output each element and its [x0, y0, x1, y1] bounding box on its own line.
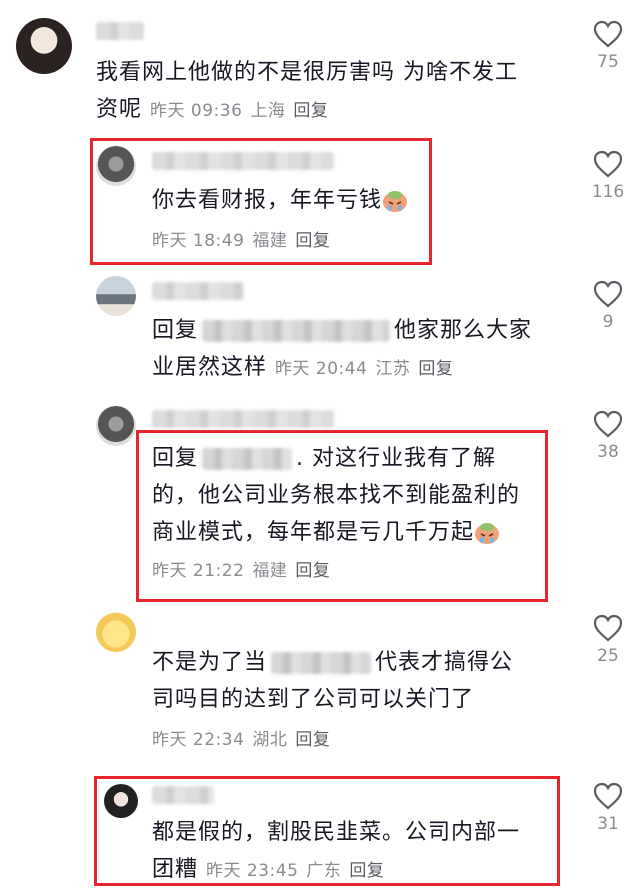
comment-text-body: . 对这行业我有了解 — [296, 446, 497, 471]
comment-text: 回复 . 对这行业我有了解 的，他公司业务根本找不到能盈利的 商业模式，每年都是亏… — [152, 440, 520, 591]
like-count: 9 — [602, 312, 614, 332]
reply-button[interactable]: 回复 — [295, 561, 330, 581]
comment-location: 广东 — [306, 861, 342, 881]
comment-text-body: 不是为了当 — [152, 650, 268, 675]
comment-text-line: 我看网上他做的不是很厉害吗 为啥不发工 — [96, 60, 518, 85]
comment-location: 湖北 — [252, 730, 288, 750]
comment-time: 昨天 23:45 — [206, 861, 299, 881]
like-button[interactable]: 9 — [578, 280, 632, 332]
username-blurred[interactable] — [96, 22, 144, 40]
avatar[interactable] — [96, 146, 136, 186]
reply-button[interactable]: 回复 — [295, 231, 330, 251]
comment-text-line: 回复 . 对这行业我有了解 — [152, 440, 520, 477]
reply-prefix: 回复 — [152, 318, 199, 343]
comment-meta: 昨天 22:34 湖北 回复 — [152, 718, 513, 762]
crying-face-emoji-icon — [475, 523, 500, 544]
heart-outline-icon — [593, 150, 623, 178]
redacted-text-blurred — [271, 652, 372, 674]
like-button[interactable]: 25 — [578, 614, 632, 666]
comment-text-tail: 业居然这样 — [152, 355, 268, 380]
comment-text: 不是为了当 代表才搞得公 司吗目的达到了公司可以关门了 昨天 22:34 湖北 回复 — [152, 644, 513, 762]
like-button[interactable]: 38 — [578, 410, 632, 462]
username-blurred[interactable] — [152, 410, 334, 428]
comment-time: 昨天 18:49 — [152, 231, 245, 251]
comment-text-line: 业居然这样 昨天 20:44 江苏 回复 — [152, 349, 532, 388]
username-blurred[interactable] — [152, 282, 244, 300]
heart-outline-icon — [593, 20, 623, 48]
like-button[interactable]: 116 — [578, 150, 632, 202]
comment-text-line: 不是为了当 代表才搞得公 — [152, 644, 513, 681]
comment-meta: 昨天 20:44 江苏 回复 — [275, 359, 461, 379]
comment-location: 上海 — [250, 101, 286, 121]
mentioned-user-blurred[interactable] — [202, 320, 391, 342]
comment-text-body: 代表才搞得公 — [375, 650, 514, 675]
comment-time: 昨天 21:22 — [152, 561, 245, 581]
reply-button[interactable]: 回复 — [349, 861, 384, 881]
comment-meta: 昨天 21:22 福建 回复 — [152, 551, 520, 591]
comment-text-line: 你去看财报，年年亏钱 — [152, 182, 408, 219]
comment-text-line: 团糟 昨天 23:45 广东 回复 — [152, 851, 520, 890]
comment-time: 昨天 22:34 — [152, 730, 245, 750]
heart-outline-icon — [593, 614, 623, 642]
comment-text-line: 回复 他家那么大家 — [152, 312, 532, 349]
like-button[interactable]: 31 — [578, 782, 632, 834]
like-button[interactable]: 75 — [578, 20, 632, 72]
reply-button[interactable]: 回复 — [293, 101, 328, 121]
like-count: 31 — [597, 814, 619, 834]
like-count: 25 — [597, 646, 619, 666]
comment-text: 你去看财报，年年亏钱 昨天 18:49 福建 回复 — [152, 182, 408, 263]
avatar[interactable] — [96, 276, 136, 316]
reply-button[interactable]: 回复 — [295, 730, 330, 750]
comment-time: 昨天 09:36 — [150, 101, 243, 121]
comment-meta: 昨天 18:49 福建 回复 — [152, 219, 408, 263]
heart-outline-icon — [593, 280, 623, 308]
comment-meta: 昨天 09:36 上海 回复 — [150, 101, 336, 121]
comment-text: 回复 他家那么大家 业居然这样 昨天 20:44 江苏 回复 — [152, 312, 532, 388]
crying-face-emoji-icon — [383, 191, 408, 212]
comment-text-line: 商业模式，每年都是亏几千万起 — [152, 514, 520, 551]
comment-text: 我看网上他做的不是很厉害吗 为啥不发工 资呢 昨天 09:36 上海 回复 — [96, 54, 518, 130]
comment-text-body: 你去看财报，年年亏钱 — [152, 188, 383, 213]
like-count: 38 — [597, 442, 619, 462]
comment-location: 福建 — [252, 231, 288, 251]
comment-location: 福建 — [252, 561, 288, 581]
like-count: 75 — [597, 52, 619, 72]
avatar[interactable] — [104, 784, 138, 818]
username-blurred[interactable] — [152, 786, 214, 804]
comment-text-tail: 资呢 — [96, 97, 143, 122]
mentioned-user-blurred[interactable] — [202, 448, 293, 470]
avatar[interactable] — [96, 406, 136, 446]
comment-text-tail: 团糟 — [152, 857, 199, 882]
heart-outline-icon — [593, 782, 623, 810]
comment-text-tail: 商业模式，每年都是亏几千万起 — [152, 520, 475, 545]
comment-location: 江苏 — [375, 359, 411, 379]
comment-time: 昨天 20:44 — [275, 359, 368, 379]
username-blurred[interactable] — [152, 152, 334, 170]
avatar[interactable] — [96, 612, 136, 652]
avatar[interactable] — [16, 18, 72, 74]
comment-text-line: 的，他公司业务根本找不到能盈利的 — [152, 483, 521, 508]
comment-meta: 昨天 23:45 广东 回复 — [206, 861, 392, 881]
heart-outline-icon — [593, 410, 623, 438]
comment-text-line: 资呢 昨天 09:36 上海 回复 — [96, 91, 518, 130]
comment-text-line: 司吗目的达到了公司可以关门了 — [152, 687, 475, 712]
comment-text: 都是假的，割股民韭菜。公司内部一 团糟 昨天 23:45 广东 回复 — [152, 814, 520, 890]
comment-text-body: 他家那么大家 — [394, 318, 533, 343]
like-count: 116 — [591, 182, 625, 202]
reply-prefix: 回复 — [152, 446, 199, 471]
comment-text-line: 都是假的，割股民韭菜。公司内部一 — [152, 820, 521, 845]
reply-button[interactable]: 回复 — [418, 359, 453, 379]
